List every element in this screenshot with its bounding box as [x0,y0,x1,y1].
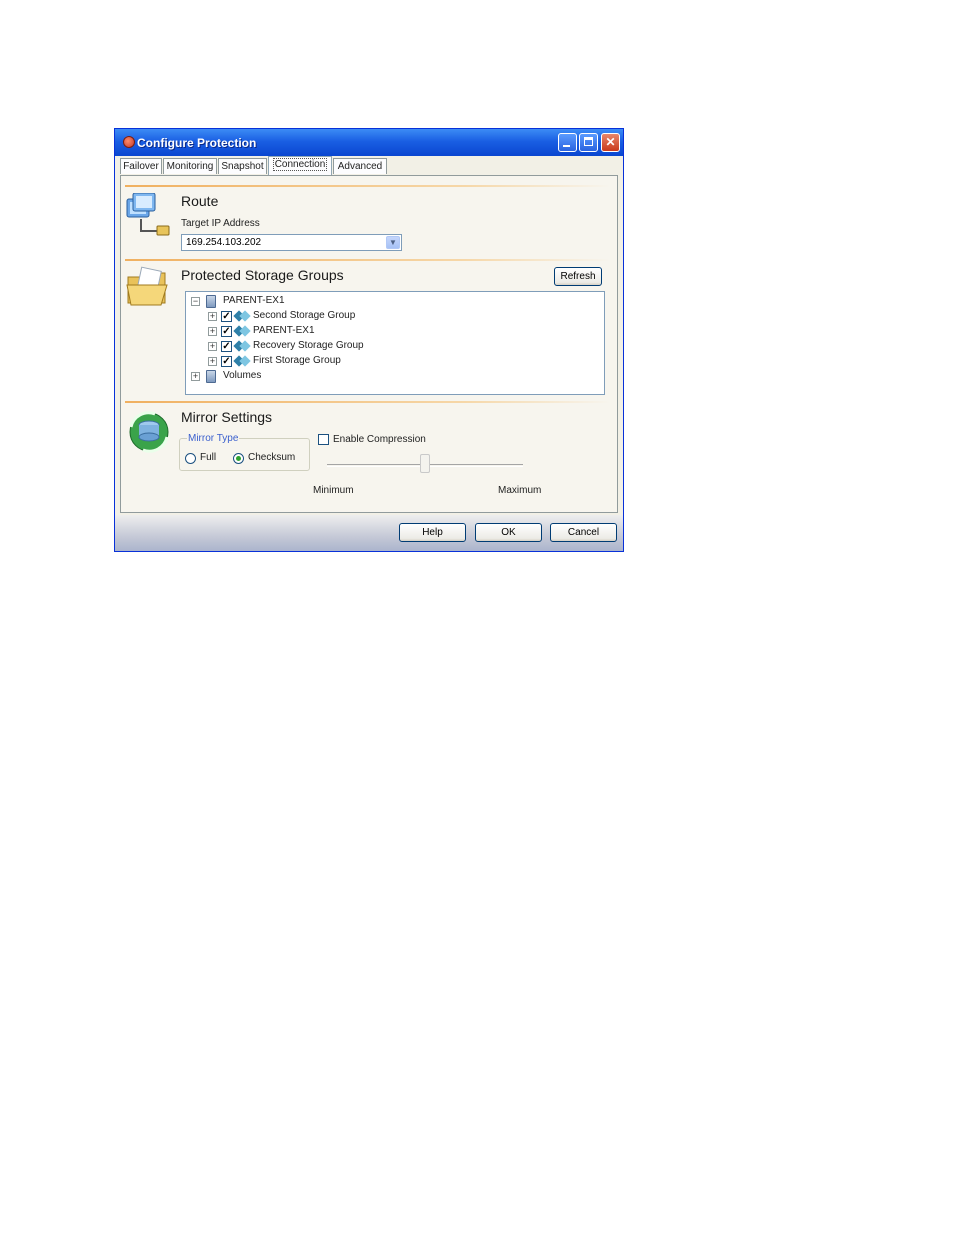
target-ip-label: Target IP Address [181,218,260,229]
expand-icon[interactable]: + [208,357,217,366]
storage-groups-tree[interactable]: − PARENT-EX1 + ✓ Second Storage Group + … [185,291,605,395]
compression-slider-thumb[interactable] [420,454,430,473]
mirror-type-checksum-label[interactable]: Checksum [248,452,295,463]
mirror-settings-heading: Mirror Settings [181,409,273,425]
network-route-icon [126,193,170,236]
mirror-type-checksum-radio[interactable] [233,453,244,464]
help-button[interactable]: Help [399,523,466,542]
enable-compression-label[interactable]: Enable Compression [333,434,426,445]
collapse-icon[interactable]: − [191,297,200,306]
server-icon [206,295,216,308]
tab-snapshot[interactable]: Snapshot [218,158,267,174]
tab-monitoring[interactable]: Monitoring [163,158,217,174]
storage-group-label: Recovery Storage Group [253,340,364,351]
mirror-type-full-radio[interactable] [185,453,196,464]
storage-group-label: Second Storage Group [253,310,356,321]
title-bar[interactable]: Configure Protection ✕ [115,129,623,156]
storage-group-checkbox[interactable]: ✓ [221,326,232,337]
storage-separator [125,259,610,261]
ok-button[interactable]: OK [475,523,542,542]
enable-compression-checkbox[interactable] [318,434,329,445]
expand-icon[interactable]: + [208,342,217,351]
tab-advanced[interactable]: Advanced [333,158,387,174]
target-ip-dropdown-button[interactable]: ▼ [386,236,400,249]
refresh-button[interactable]: Refresh [554,267,602,286]
expand-icon[interactable]: + [208,327,217,336]
route-separator [125,185,610,187]
maximize-icon [584,137,593,146]
target-ip-value: 169.254.103.202 [186,237,262,248]
tab-failover[interactable]: Failover [120,158,162,174]
mirror-type-label: Mirror Type [187,433,240,444]
target-ip-combobox[interactable]: 169.254.103.202 ▼ [181,234,402,251]
mirror-type-full-label[interactable]: Full [200,452,216,463]
volumes-icon [206,370,216,383]
close-button[interactable]: ✕ [601,133,620,152]
storage-group-label: First Storage Group [253,355,341,366]
storage-groups-heading: Protected Storage Groups [181,267,344,283]
slider-maximum-label: Maximum [498,485,542,496]
close-icon: ✕ [605,135,616,149]
slider-minimum-label: Minimum [313,485,354,496]
tree-root-label: PARENT-EX1 [223,295,285,306]
dialog-footer [115,515,623,551]
configure-protection-dialog: Configure Protection ✕ Failover Monitori… [114,128,624,552]
storage-group-label: PARENT-EX1 [253,325,315,336]
chevron-down-icon: ▼ [389,238,397,247]
route-heading: Route [181,193,219,209]
tab-connection[interactable]: Connection [268,156,332,175]
tree-volumes-label: Volumes [223,370,262,381]
cancel-button[interactable]: Cancel [550,523,617,542]
app-icon [123,136,135,148]
window-title: Configure Protection [137,136,257,150]
storage-group-checkbox[interactable]: ✓ [221,356,232,367]
minimize-icon [563,145,570,147]
radio-selected-dot [236,456,241,461]
expand-icon[interactable]: + [191,372,200,381]
open-folder-icon [126,266,168,306]
storage-group-icon [233,325,251,337]
storage-group-icon [233,310,251,322]
mirror-separator [125,401,610,403]
storage-group-icon [233,355,251,367]
maximize-button[interactable] [579,133,598,152]
storage-group-checkbox[interactable]: ✓ [221,341,232,352]
storage-group-checkbox[interactable]: ✓ [221,311,232,322]
expand-icon[interactable]: + [208,312,217,321]
mirror-sync-icon [129,411,169,453]
minimize-button[interactable] [558,133,577,152]
storage-group-icon [233,340,251,352]
tab-connection-label: Connection [272,158,328,171]
